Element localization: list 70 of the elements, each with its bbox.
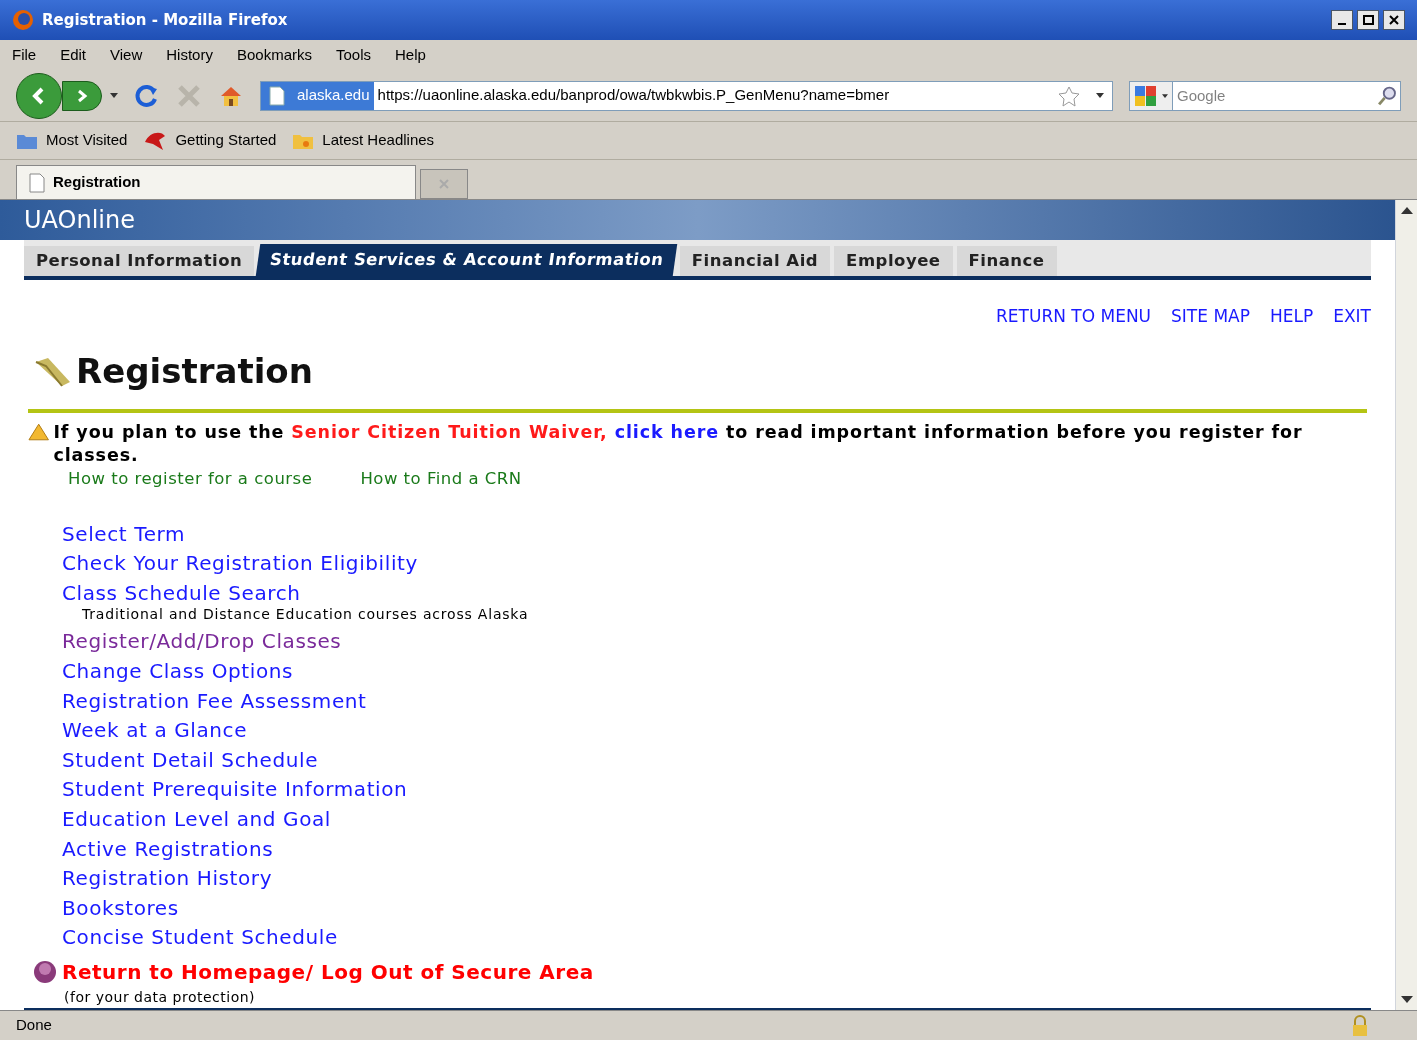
nav-tab[interactable]: Finance: [956, 246, 1057, 277]
menu-link[interactable]: Select Term: [62, 519, 186, 550]
menu-link[interactable]: Week at a Glance: [62, 716, 248, 746]
search-engine-icon[interactable]: [1134, 84, 1158, 107]
page-icon: [269, 85, 285, 106]
dropdown-arrow-icon[interactable]: [1162, 93, 1168, 98]
menu-item[interactable]: View: [110, 43, 143, 67]
menu-link[interactable]: Register/Add/Drop Classes: [62, 627, 342, 658]
browser-tab[interactable]: Registration: [16, 165, 416, 199]
bookmark-link[interactable]: Most Visited: [46, 129, 128, 152]
menu-item[interactable]: Edit: [60, 43, 87, 67]
menu-link[interactable]: Registration History: [62, 864, 273, 894]
star-icon[interactable]: [1058, 84, 1080, 107]
menu-link[interactable]: Check Your Registration Eligibility: [62, 549, 418, 579]
dropdown-arrow-icon[interactable]: [1096, 93, 1104, 98]
reload-icon[interactable]: [134, 82, 160, 109]
page-icon: [29, 172, 45, 193]
menu-link[interactable]: Student Prerequisite Information: [62, 775, 408, 806]
back-button[interactable]: [16, 72, 62, 119]
page-heading: Registration: [76, 349, 313, 393]
status-text: Done: [16, 1015, 53, 1036]
scrollbar[interactable]: [1395, 200, 1417, 1010]
nav-link[interactable]: EXIT: [1333, 304, 1371, 330]
minimize-icon: [1338, 23, 1346, 25]
nav-tab[interactable]: Employee: [834, 246, 953, 277]
menu-item[interactable]: Tools: [336, 43, 371, 67]
bookmark-link[interactable]: Getting Started: [175, 129, 277, 152]
lock-icon: [1351, 1014, 1369, 1037]
warning-icon: [28, 422, 50, 441]
maximize-icon: [1362, 15, 1374, 25]
menu-link[interactable]: Registration Fee Assessment: [62, 686, 367, 717]
address-bar[interactable]: alaska.edu https://uaonline.alaska.edu/banprod/owa/twbkwbis.P_GenMenu?name=bmer: [260, 80, 1113, 111]
menu-item[interactable]: File: [12, 43, 37, 67]
minimize-button[interactable]: [1331, 10, 1353, 30]
nav-tab[interactable]: Financial Aid: [679, 246, 831, 277]
site-title: UAOnline: [24, 205, 135, 237]
dropdown-arrow-icon[interactable]: [110, 93, 118, 98]
notice-text: If you plan to use the Senior Citizen Tuition Waiver, click here to read important information before you register for classes.: [53, 420, 1304, 467]
tutorial-link[interactable]: How to Find a CRN: [360, 466, 522, 492]
tutorial-link[interactable]: How to register for a course: [68, 466, 313, 492]
url-text: https://uaonline.alaska.edu/banprod/owa/twbkwbis.P_GenMenu?name=bmer: [376, 85, 891, 106]
nav-tab[interactable]: Personal Information: [24, 246, 255, 277]
note-text: (for your data protection): [63, 988, 257, 1007]
search-icon[interactable]: [1375, 80, 1401, 111]
click-here-link[interactable]: click here: [614, 421, 719, 442]
nav-link[interactable]: HELP: [1269, 304, 1314, 330]
nav-tab[interactable]: Student Services & Account Information: [256, 244, 679, 277]
close-icon: [1389, 15, 1399, 25]
menu-link[interactable]: Bookstores: [62, 893, 179, 924]
menu-link[interactable]: Concise Student Schedule: [62, 923, 338, 953]
forward-button[interactable]: [62, 80, 102, 111]
menu-link[interactable]: Change Class Options: [62, 657, 294, 687]
nav-link[interactable]: RETURN TO MENU: [996, 304, 1152, 330]
firefox-logo-icon: [12, 9, 34, 31]
close-button[interactable]: [1383, 10, 1405, 30]
search-engine-button[interactable]: [1129, 80, 1173, 111]
menu-item[interactable]: Help: [395, 43, 426, 67]
menu-link[interactable]: Student Detail Schedule: [62, 745, 319, 776]
bookmark-link[interactable]: Latest Headlines: [322, 129, 435, 152]
nav-link[interactable]: SITE MAP: [1171, 304, 1250, 330]
logout-link[interactable]: Return to Homepage/ Log Out of Secure Area: [62, 957, 594, 987]
window-title: Registration - Mozilla Firefox: [42, 9, 289, 31]
menu-item[interactable]: History: [166, 43, 213, 67]
menu-item[interactable]: Bookmarks: [236, 43, 312, 67]
menu-link[interactable]: Education Level and Goal: [62, 805, 331, 835]
close-icon: [438, 178, 450, 190]
menu-link[interactable]: Active Registrations: [62, 834, 274, 865]
search-field[interactable]: Google: [1173, 80, 1375, 111]
exit-icon[interactable]: [32, 960, 58, 984]
maximize-button[interactable]: [1357, 10, 1379, 30]
